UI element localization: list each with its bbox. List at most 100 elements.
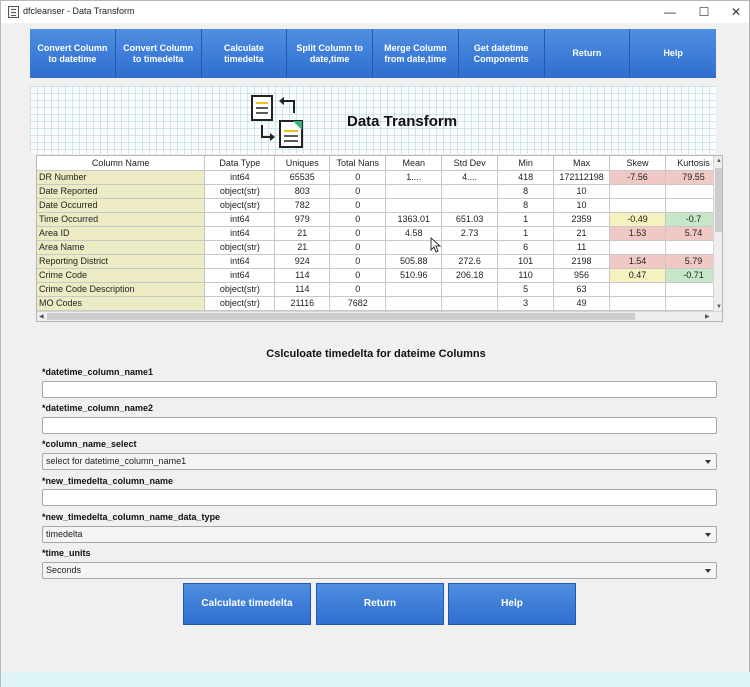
table-row[interactable]: Time Occurred int64 979 0 1363.01 651.03 1 2359…: [37, 212, 722, 227]
table-cell: -0.49: [609, 212, 666, 227]
table-cell: 10: [553, 198, 611, 213]
table-row[interactable]: Area Name object(str) 21 0 6 11: [37, 240, 722, 255]
calculate-timedelta-tab-button[interactable]: Calculate timedelta: [201, 29, 288, 78]
close-button[interactable]: ✕: [719, 1, 750, 23]
table-cell: 6: [497, 240, 555, 255]
column-name-cell: MO Codes: [37, 296, 206, 311]
table-cell: 0: [329, 282, 387, 297]
table-cell: 803: [274, 184, 331, 199]
table-cell: 21: [274, 226, 331, 241]
app-icon: [8, 6, 19, 18]
scroll-down-arrow-icon[interactable]: ▼: [716, 303, 722, 311]
table-row[interactable]: Reporting District int64 924 0 505.88 272.6 10…: [37, 254, 722, 269]
table-row[interactable]: Area ID int64 21 0 4.58 2.73 1 21 1.53 5.74: [37, 226, 722, 241]
datetime-column-name2-input[interactable]: [42, 417, 717, 434]
table-cell: int64: [204, 254, 276, 269]
table-cell: [609, 282, 666, 297]
table-cell: 0: [329, 240, 387, 255]
column-name-select[interactable]: select for datetime_column_name1: [42, 453, 717, 470]
column-header[interactable]: Uniques: [274, 156, 331, 171]
table-cell: 0: [329, 254, 387, 269]
column-header[interactable]: Total Nans: [329, 156, 387, 171]
table-cell: 8: [497, 198, 555, 213]
vertical-scroll-thumb[interactable]: [715, 168, 722, 232]
column-header[interactable]: Max: [553, 156, 611, 171]
column-header[interactable]: Data Type: [204, 156, 276, 171]
convert-to-timedelta-button[interactable]: Convert Column to timedelta: [115, 29, 202, 78]
table-cell: 1363.01: [385, 212, 443, 227]
table-cell: int64: [204, 170, 276, 185]
table-row[interactable]: DR Number int64 65535 0 1.... 4.... 418 1721121…: [37, 170, 722, 185]
time-units-select[interactable]: Seconds: [42, 562, 717, 579]
split-column-button[interactable]: Split Column to date,time: [287, 29, 373, 78]
datetime-column-name1-input[interactable]: [42, 381, 717, 398]
table-cell: 21: [274, 240, 331, 255]
table-cell: 21116: [274, 296, 331, 311]
column-header[interactable]: Skew: [609, 156, 666, 171]
table-cell: object(str): [204, 282, 276, 297]
scroll-left-arrow-icon[interactable]: ◀: [39, 313, 44, 321]
scroll-right-arrow-icon[interactable]: ▶: [705, 313, 710, 321]
get-datetime-components-button[interactable]: Get datetime Components: [458, 29, 545, 78]
form-title: Cslculoate timedelta for dateime Columns: [266, 348, 486, 360]
table-cell: [609, 198, 666, 213]
merge-column-button[interactable]: Merge Column from date,time: [373, 29, 459, 78]
horizontal-scroll-thumb[interactable]: [47, 313, 635, 320]
column-header[interactable]: Mean: [385, 156, 443, 171]
table-row[interactable]: Date Reported object(str) 803 0 8 10: [37, 184, 722, 199]
table-cell: 418: [497, 170, 555, 185]
table-cell: 782: [274, 198, 331, 213]
table-cell: [441, 240, 499, 255]
table-cell: int64: [204, 212, 276, 227]
table-cell: 114: [274, 282, 331, 297]
table-cell: 1.54: [609, 254, 666, 269]
column-name-cell: Date Reported: [37, 184, 206, 199]
table-cell: 1: [497, 226, 555, 241]
return-button[interactable]: Return: [316, 583, 444, 625]
time-units-label: *time_units: [42, 548, 91, 558]
table-header-row: Column Name Data Type Uniques Total Nans…: [37, 156, 722, 171]
table-cell: 2.73: [441, 226, 499, 241]
table-cell: -7.56: [609, 170, 666, 185]
vertical-scrollbar[interactable]: ▲ ▼: [713, 156, 722, 312]
data-type-select[interactable]: timedelta: [42, 526, 717, 543]
column-name-cell: Date Occurred: [37, 198, 206, 213]
toolbar: Convert Column to datetime Convert Colum…: [30, 29, 716, 78]
table-cell: 1.53: [609, 226, 666, 241]
table-row[interactable]: MO Codes object(str) 21116 7682 3 49: [37, 296, 722, 311]
maximize-button[interactable]: ☐: [687, 1, 721, 23]
column-name-cell: Area ID: [37, 226, 206, 241]
horizontal-scrollbar[interactable]: ◀ ▶: [37, 311, 722, 321]
table-cell: 1....: [385, 170, 443, 185]
new-timedelta-column-name-input[interactable]: [42, 489, 717, 506]
table-row[interactable]: Crime Code Description object(str) 114 0 5 63: [37, 282, 722, 297]
calculate-timedelta-button[interactable]: Calculate timedelta: [183, 583, 311, 625]
toolbar-return-button[interactable]: Return: [544, 29, 631, 78]
datetime-column-name2-label: *datetime_column_name2: [42, 403, 154, 413]
table-cell: [441, 184, 499, 199]
column-header[interactable]: Std Dev: [441, 156, 499, 171]
table-cell: int64: [204, 268, 276, 283]
table-cell: [609, 240, 666, 255]
status-bar: [1, 672, 750, 687]
column-header[interactable]: Min: [497, 156, 555, 171]
scroll-up-arrow-icon[interactable]: ▲: [716, 157, 722, 165]
column-name-select-label: *column_name_select: [42, 439, 137, 449]
table-cell: 8: [497, 184, 555, 199]
column-name-cell: Area Name: [37, 240, 206, 255]
table-cell: 0: [329, 268, 387, 283]
toolbar-help-button[interactable]: Help: [630, 29, 716, 78]
help-button[interactable]: Help: [448, 583, 576, 625]
column-stats-table: Column Name Data Type Uniques Total Nans…: [36, 155, 723, 322]
convert-to-datetime-button[interactable]: Convert Column to datetime: [30, 29, 116, 78]
minimize-button[interactable]: —: [653, 1, 687, 23]
column-header[interactable]: Column Name: [37, 156, 206, 171]
table-row[interactable]: Date Occurred object(str) 782 0 8 10: [37, 198, 722, 213]
table-cell: 110: [497, 268, 555, 283]
table-row[interactable]: Crime Code int64 114 0 510.96 206.18 110 956 0.4…: [37, 268, 722, 283]
window-title: dfcleanser - Data Transform: [23, 6, 135, 16]
table-cell: 5: [497, 282, 555, 297]
mouse-cursor-icon: [430, 237, 442, 253]
chevron-down-icon: [705, 460, 711, 464]
data-type-select-value: timedelta: [46, 529, 83, 539]
